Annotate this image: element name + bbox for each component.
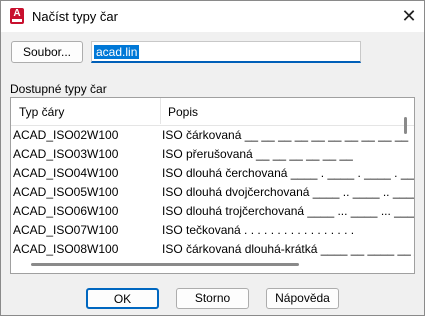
linetype-name: ACAD_ISO06W100 [13,204,119,218]
help-button[interactable]: Nápověda [266,288,339,309]
load-linetypes-dialog: A Načíst typy čar ✕ Soubor... acad.lin D… [0,0,425,316]
file-name-value: acad.lin [94,45,140,59]
list-item[interactable]: ACAD_ISO07W100 ISO tečkovaná . . . . . .… [11,221,401,240]
list-item[interactable]: ACAD_ISO08W100 ISO čárkovaná dlouhá-krát… [11,240,414,259]
list-item[interactable]: ACAD_ISO03W100 ISO přerušovaná __ __ __ … [11,145,401,164]
cancel-button[interactable]: Storno [176,288,249,309]
title-bar: A Načíst typy čar ✕ [1,1,424,32]
app-icon-letter: A [13,8,21,19]
close-icon[interactable]: ✕ [394,1,424,32]
available-linetypes-label: Dostupné typy čar [10,82,107,96]
list-item[interactable]: ACAD_ISO05W100 ISO dlouhá dvojčerchovaná… [11,183,414,202]
linetype-description: ISO tečkovaná . . . . . . . . . . . . . … [162,223,355,237]
linetype-name: ACAD_ISO02W100 [13,128,119,142]
horizontal-scrollbar[interactable] [31,263,299,266]
linetype-name: ACAD_ISO05W100 [13,185,119,199]
linetype-description: ISO přerušovaná __ __ __ __ __ __ [162,147,353,161]
linetype-name: ACAD_ISO04W100 [13,166,119,180]
file-button[interactable]: Soubor... [11,41,83,63]
list-item[interactable]: ACAD_ISO02W100 ISO čárkovaná __ __ __ __… [11,126,408,145]
list-header: Typ čáry Popis [11,98,414,126]
linetype-name: ACAD_ISO08W100 [13,242,119,256]
linetype-description: ISO čárkovaná dlouhá-krátká ____ __ ____… [162,242,415,256]
file-name-input[interactable]: acad.lin [91,41,361,63]
list-item[interactable]: ACAD_ISO04W100 ISO dlouhá čerchovaná ___… [11,164,414,183]
column-header-linetype[interactable]: Typ čáry [19,105,64,119]
linetype-description: ISO dlouhá trojčerchovaná ____ ... ____ … [162,204,415,218]
linetype-list[interactable]: Typ čáry Popis ACAD_ISO02W100 ISO čárkov… [10,97,415,274]
ok-button[interactable]: OK [86,288,159,309]
autocad-app-icon: A [10,8,24,24]
dialog-title: Načíst typy čar [32,9,118,24]
column-header-description[interactable]: Popis [168,105,198,119]
linetype-description: ISO dlouhá čerchovaná ____ . ____ . ____… [162,166,415,180]
linetype-name: ACAD_ISO03W100 [13,147,119,161]
linetype-description: ISO čárkovaná __ __ __ __ __ __ __ __ __… [162,128,409,142]
list-item[interactable]: ACAD_ISO06W100 ISO dlouhá trojčerchovaná… [11,202,414,221]
linetype-name: ACAD_ISO07W100 [13,223,119,237]
linetype-description: ISO dlouhá dvojčerchovaná ____ .. ____ .… [162,185,415,199]
vertical-scrollbar[interactable] [404,117,407,134]
